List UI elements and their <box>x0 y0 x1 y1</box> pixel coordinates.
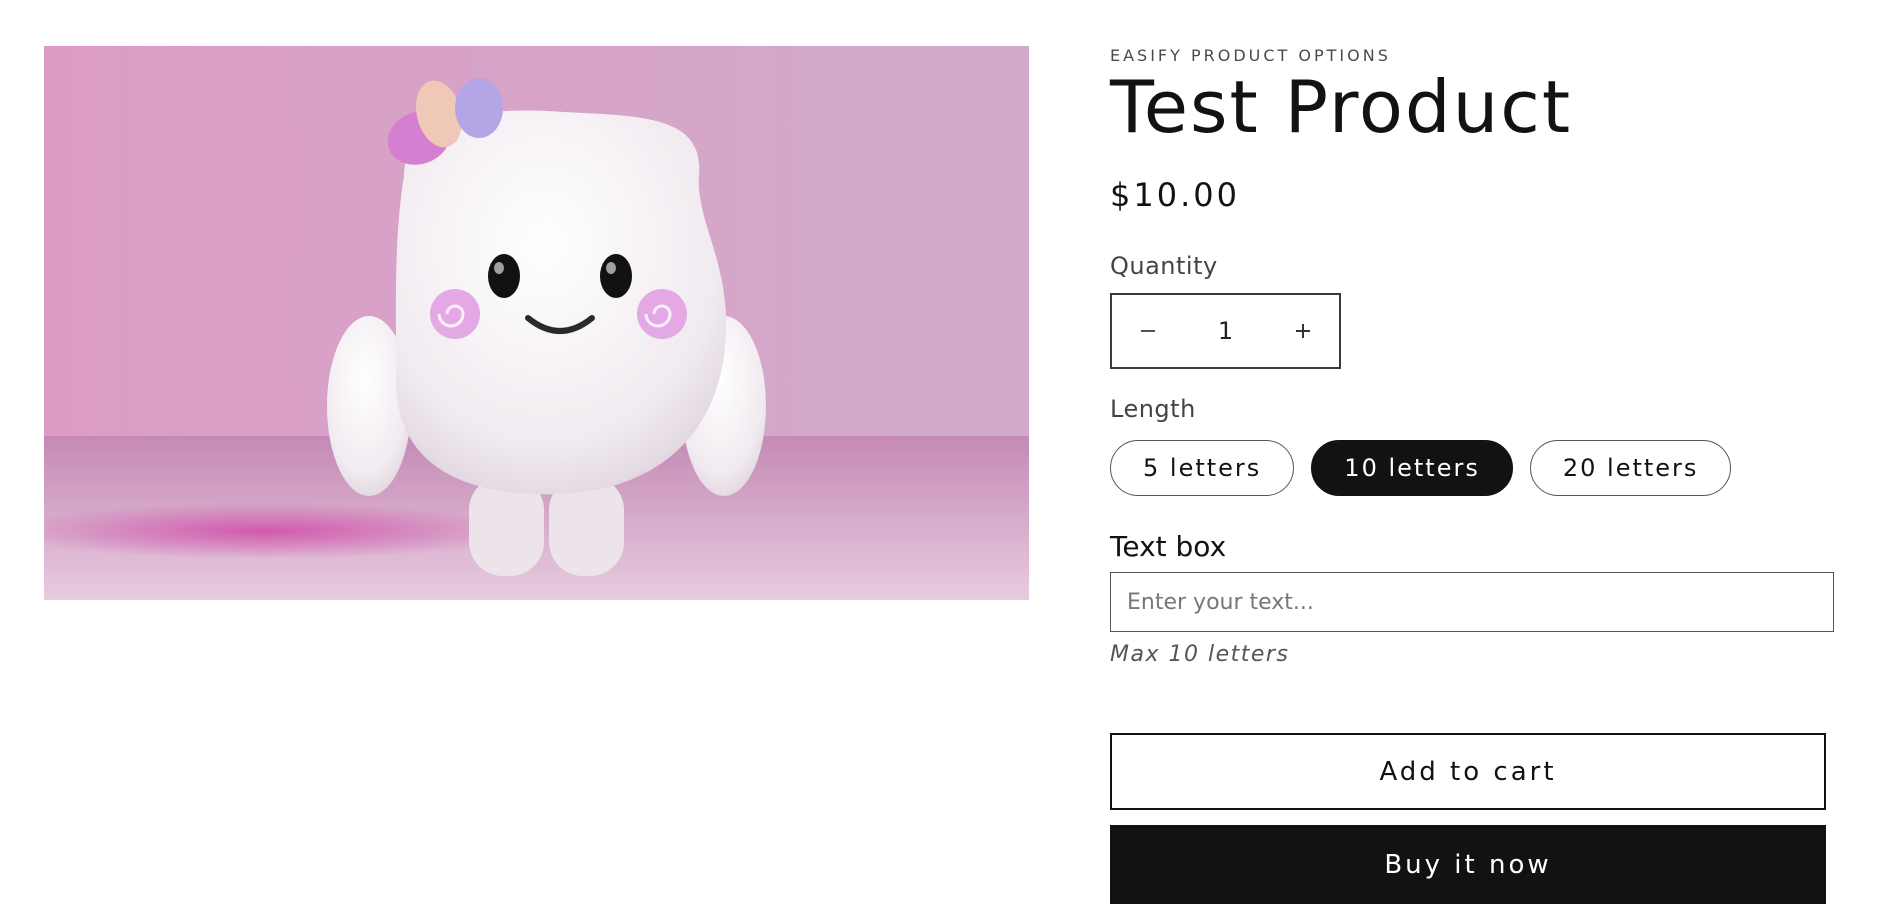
quantity-stepper: 1 <box>1110 293 1341 369</box>
product-image-illustration <box>44 46 1029 600</box>
buy-now-button[interactable]: Buy it now <box>1110 825 1826 904</box>
length-options: 5 letters 10 letters 20 letters <box>1110 440 1732 496</box>
add-to-cart-button[interactable]: Add to cart <box>1110 733 1826 810</box>
product-price: $10.00 <box>1110 176 1240 214</box>
quantity-decrease-button[interactable] <box>1112 295 1184 367</box>
plus-icon <box>1296 324 1310 338</box>
text-box-label: Text box <box>1110 530 1227 563</box>
quantity-input[interactable]: 1 <box>1184 317 1267 345</box>
length-option-10-letters[interactable]: 10 letters <box>1311 440 1513 496</box>
text-box-input[interactable] <box>1110 572 1834 632</box>
quantity-label: Quantity <box>1110 252 1218 280</box>
product-title: Test Product <box>1110 65 1573 149</box>
length-option-20-letters[interactable]: 20 letters <box>1529 440 1732 496</box>
minus-icon <box>1141 330 1155 332</box>
quantity-increase-button[interactable] <box>1267 295 1339 367</box>
text-box-hint: Max 10 letters <box>1110 642 1290 667</box>
length-option-5-letters[interactable]: 5 letters <box>1110 440 1295 496</box>
length-label: Length <box>1110 395 1196 423</box>
product-image[interactable] <box>44 46 1029 600</box>
